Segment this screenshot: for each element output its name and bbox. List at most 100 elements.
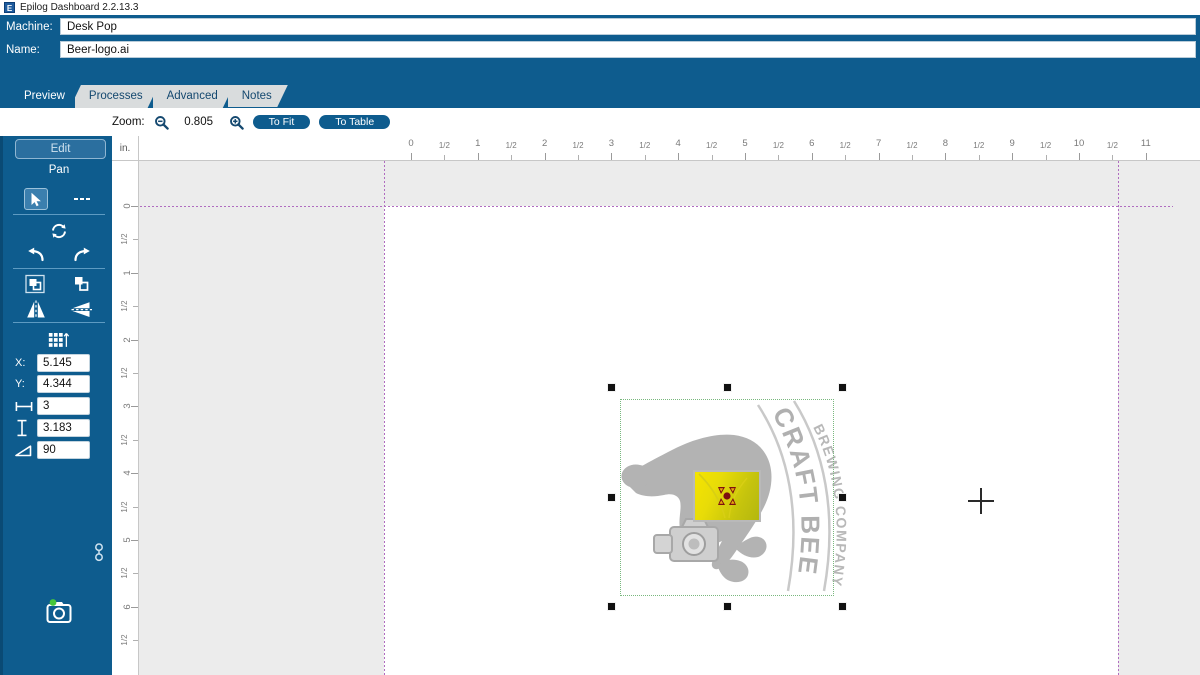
redo-tool[interactable] bbox=[70, 244, 94, 266]
canvas-area[interactable]: CRAFT BEER BREWING COMPANY bbox=[112, 136, 1200, 675]
left-toolbar: Edit Pan X: 5.145 Y: 4.344 3 3.183 90 bbox=[0, 136, 112, 675]
ruler-label-half: 1/2 bbox=[639, 141, 651, 150]
selection-handle[interactable] bbox=[722, 602, 732, 611]
selection-handle[interactable] bbox=[838, 602, 847, 611]
zoom-toolbar: Zoom: 0.805 To Fit To Table bbox=[0, 108, 1200, 136]
app-e-icon: E bbox=[4, 2, 15, 13]
ruler-tick bbox=[1012, 153, 1014, 160]
window-title: Epilog Dashboard 2.2.13.3 bbox=[20, 2, 139, 13]
table-boundary-left bbox=[384, 161, 385, 675]
horizontal-ruler[interactable]: 0 1/2 1 1/2 2 1/2 3 1/2 4 1/2 5 1/2 6 1/2 7 1/2 8 1/2 9 1/2… bbox=[139, 136, 1200, 161]
selection-handle[interactable] bbox=[607, 383, 616, 392]
undo-tool[interactable] bbox=[24, 244, 48, 266]
ruler-tick-half bbox=[133, 573, 138, 575]
ruler-tick-half bbox=[845, 155, 847, 160]
zoom-out-icon[interactable] bbox=[154, 115, 169, 130]
ruler-label: 8 bbox=[942, 138, 949, 149]
ruler-label-half: 1/2 bbox=[906, 141, 918, 150]
ruler-label: 11 bbox=[1140, 138, 1151, 149]
ruler-label: 2 bbox=[121, 336, 133, 343]
grid-snap-tool[interactable] bbox=[47, 328, 71, 350]
ungroup-tool[interactable] bbox=[70, 273, 94, 295]
flip-horizontal-tool[interactable] bbox=[24, 298, 48, 320]
ruler-label-half: 1/2 bbox=[706, 141, 718, 150]
selection-handle[interactable] bbox=[607, 602, 616, 611]
group-tool[interactable] bbox=[24, 273, 48, 295]
y-field-row: Y: 4.344 bbox=[3, 375, 90, 393]
tab-notes[interactable]: Notes bbox=[228, 85, 288, 108]
camera-button[interactable] bbox=[3, 599, 115, 625]
selection-handle[interactable] bbox=[838, 383, 847, 392]
ruler-tick bbox=[1079, 153, 1080, 160]
dashed-line-tool[interactable] bbox=[70, 188, 94, 210]
canvas-plot[interactable]: CRAFT BEER BREWING COMPANY bbox=[112, 161, 1173, 675]
table-boundary-top bbox=[112, 206, 1173, 207]
crosshair-cursor bbox=[968, 488, 994, 514]
ruler-label-half: 1/2 bbox=[1106, 141, 1118, 150]
ruler-label: 3 bbox=[608, 138, 615, 149]
height-icon bbox=[3, 419, 37, 437]
ruler-label: 4 bbox=[121, 470, 133, 476]
camera-icon bbox=[46, 599, 72, 623]
tab-preview[interactable]: Preview bbox=[10, 85, 81, 108]
ruler-label: 3 bbox=[121, 403, 133, 410]
ruler-tick bbox=[1145, 153, 1147, 160]
ruler-label: 1 bbox=[121, 270, 133, 276]
ruler-tick bbox=[811, 153, 813, 160]
name-input[interactable]: Beer-logo.ai bbox=[60, 41, 1196, 58]
ruler-label: 2 bbox=[541, 138, 548, 149]
zoom-value[interactable]: 0.805 bbox=[178, 116, 220, 128]
height-input[interactable]: 3.183 bbox=[37, 419, 90, 437]
link-chain-icon[interactable] bbox=[93, 540, 105, 568]
ruler-tick-half bbox=[578, 155, 579, 160]
angle-input[interactable]: 90 bbox=[37, 441, 90, 459]
selection-handle[interactable] bbox=[607, 492, 616, 502]
machine-input[interactable]: Desk Pop bbox=[60, 18, 1196, 35]
flip-vertical-tool[interactable] bbox=[70, 298, 94, 320]
ruler-label: 5 bbox=[121, 537, 133, 543]
ruler-label-half: 1/2 bbox=[119, 300, 129, 312]
selection-handle[interactable] bbox=[722, 383, 732, 392]
ruler-label: 0 bbox=[408, 138, 414, 149]
select-arrow-tool[interactable] bbox=[24, 188, 48, 210]
edit-button[interactable]: Edit bbox=[15, 139, 106, 159]
ruler-label-half: 1/2 bbox=[438, 141, 450, 150]
angle-icon bbox=[3, 444, 37, 457]
to-fit-button[interactable]: To Fit bbox=[252, 115, 311, 129]
ruler-tick bbox=[477, 153, 479, 160]
zoom-in-icon[interactable] bbox=[229, 115, 244, 130]
ruler-tick-half bbox=[444, 155, 446, 160]
ruler-label-half: 1/2 bbox=[839, 141, 851, 150]
selection-bounding-box bbox=[620, 399, 834, 596]
ruler-tick-half bbox=[711, 155, 713, 160]
x-input[interactable]: 5.145 bbox=[37, 354, 90, 372]
ruler-label: 6 bbox=[809, 138, 815, 149]
ruler-tick-half bbox=[1045, 155, 1047, 160]
ruler-tick bbox=[878, 153, 880, 160]
ruler-label: 10 bbox=[1073, 138, 1085, 149]
ruler-tick-half bbox=[778, 155, 780, 160]
width-input[interactable]: 3 bbox=[37, 397, 90, 415]
ruler-label: 5 bbox=[742, 138, 748, 149]
width-field-row: 3 bbox=[3, 397, 90, 415]
pan-label[interactable]: Pan bbox=[3, 164, 115, 176]
tab-processes[interactable]: Processes bbox=[75, 85, 159, 108]
name-row: Name: Beer-logo.ai bbox=[0, 41, 1200, 58]
to-table-button[interactable]: To Table bbox=[319, 115, 391, 129]
x-label: X: bbox=[15, 357, 26, 369]
ruler-label-half: 1/2 bbox=[1040, 141, 1052, 150]
ruler-label-half: 1/2 bbox=[119, 434, 129, 446]
y-input[interactable]: 4.344 bbox=[37, 375, 90, 393]
tab-advanced[interactable]: Advanced bbox=[153, 85, 234, 108]
ruler-tick bbox=[745, 153, 746, 160]
selection-handle[interactable] bbox=[838, 492, 847, 502]
ruler-tick bbox=[678, 153, 680, 160]
ruler-tick bbox=[411, 153, 412, 160]
refresh-tool[interactable] bbox=[47, 220, 71, 242]
ruler-tick-half bbox=[133, 506, 138, 508]
vertical-ruler[interactable]: 0 1/2 1 1/2 2 1/2 3 1/2 4 1/2 5 1/2 6 1/2 bbox=[112, 161, 139, 675]
tab-list: Preview Processes Advanced Notes bbox=[10, 85, 282, 108]
ruler-tick-half bbox=[912, 155, 913, 160]
table-boundary-right bbox=[1118, 161, 1119, 675]
ruler-label: 0 bbox=[121, 203, 133, 209]
